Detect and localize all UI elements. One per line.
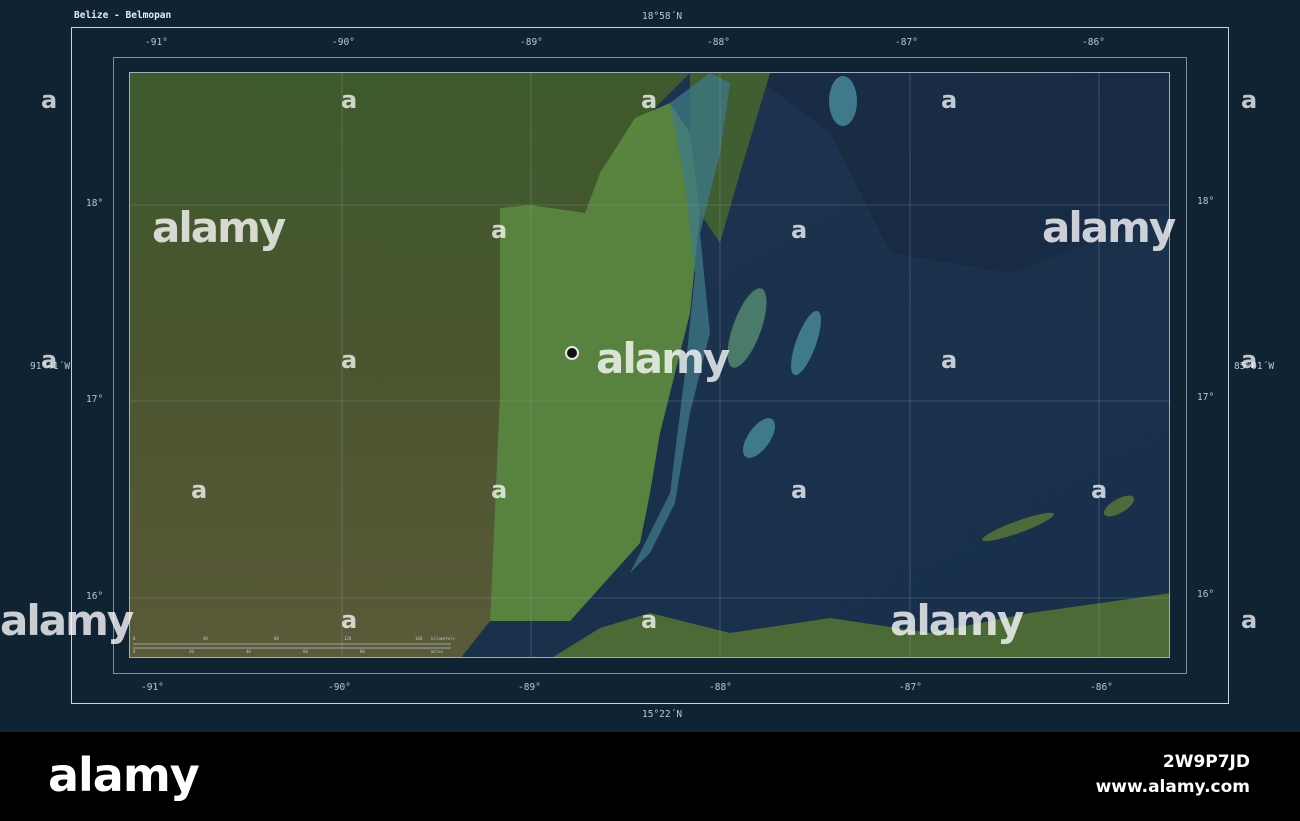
watermark-mark: a [1241,606,1258,634]
scale-km-label: kilometers [431,636,456,641]
lon-tick-bottom: -86° [1090,682,1113,693]
watermark-mark: a [341,86,358,114]
alamy-url[interactable]: www.alamy.com [1096,777,1250,797]
watermark-mark: a [491,216,508,244]
scale-mi-tick: 0 [133,649,136,654]
watermark-mark: a [1091,476,1108,504]
watermark-mark: a [941,86,958,114]
lon-tick-bottom: -90° [328,682,351,693]
lat-tick-left: 18° [86,198,104,209]
scale-km-tick: 0 [133,636,136,641]
lon-tick-top: -88° [707,37,730,48]
watermark-overlay: alamy [0,596,134,645]
scale-bar: 0 40 80 120 160 kilometers 0 20 40 60 80… [131,636,455,656]
watermark-mark: a [1241,86,1258,114]
map-panel: Belize - Belmopan 18°58´N 15°22´N 91°41´… [0,0,1300,732]
lon-tick-bottom: -91° [141,682,164,693]
lat-tick-right: 17° [1197,392,1215,403]
scale-bar-graphic [133,643,451,649]
bottom-coordinate: 15°22´N [642,709,683,720]
watermark-mark: a [791,476,808,504]
watermark-mark: a [1241,346,1258,374]
lon-tick-top: -91° [145,37,168,48]
scale-mi-tick: 80 [360,649,365,654]
lon-tick-top: -89° [520,37,543,48]
lon-tick-top: -86° [1082,37,1105,48]
capital-marker[interactable] [565,346,579,360]
scale-mi-tick: 40 [246,649,251,654]
watermark-overlay: alamy [152,203,286,252]
scale-km-tick: 160 [415,636,423,641]
watermark-mark: a [341,346,358,374]
map-title: Belize - Belmopan [74,10,172,21]
watermark-mark: a [191,476,208,504]
lon-tick-bottom: -88° [709,682,732,693]
watermark-mark: a [791,216,808,244]
watermark-overlay: alamy [1042,203,1176,252]
lat-tick-right: 16° [1197,589,1215,600]
scale-km-tick: 40 [203,636,208,641]
lon-tick-top: -90° [332,37,355,48]
lon-tick-bottom: -89° [518,682,541,693]
watermark-mark: a [941,346,958,374]
scale-mi-tick: 20 [189,649,194,654]
image-id: 2W9P7JD [1162,752,1250,772]
watermark-mark: a [491,476,508,504]
watermark-mark: a [41,346,58,374]
scale-km-tick: 80 [274,636,279,641]
island [829,76,857,126]
watermark-overlay: alamy [596,334,730,383]
lat-tick-right: 18° [1197,196,1215,207]
watermark-overlay: alamy [890,596,1024,645]
lon-tick-top: -87° [895,37,918,48]
scale-mi-tick: 60 [303,649,308,654]
watermark-mark: a [41,86,58,114]
lat-tick-left: 17° [86,394,104,405]
alamy-logo: alamy [48,748,200,802]
watermark-mark: a [641,606,658,634]
scale-mi-label: miles [431,649,444,654]
watermark-mark: a [341,606,358,634]
scale-km-tick: 120 [344,636,352,641]
watermark-mark: a [641,86,658,114]
lon-tick-bottom: -87° [899,682,922,693]
top-coordinate: 18°58´N [642,11,683,22]
